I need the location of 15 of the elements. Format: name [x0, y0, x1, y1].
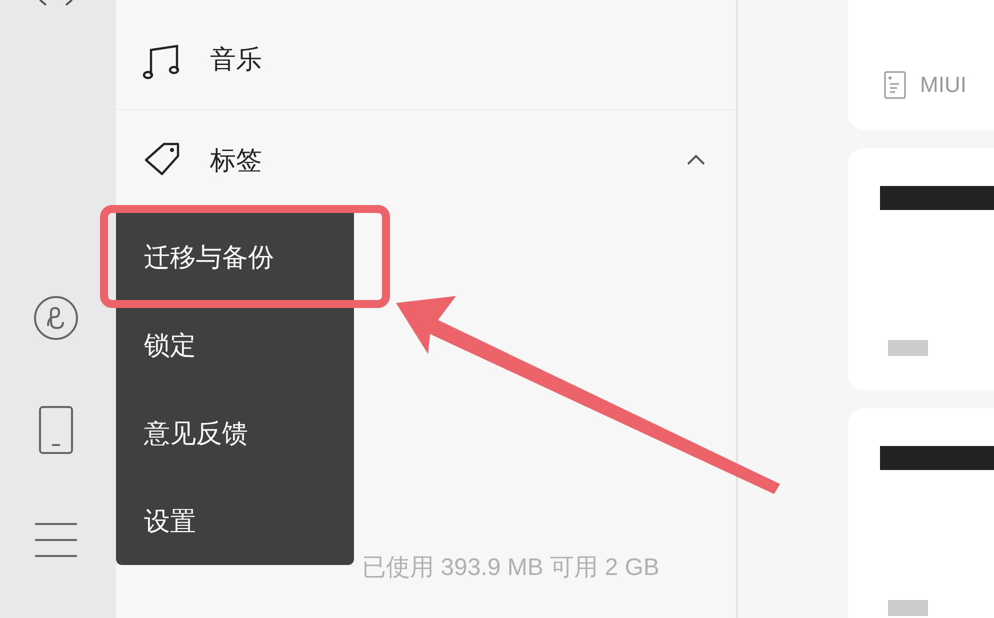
note-card[interactable] [848, 148, 994, 390]
folder-label: MIUI [920, 71, 966, 99]
menu-icon[interactable] [34, 522, 78, 558]
redacted-text [888, 600, 928, 616]
menu-item[interactable]: 设置 [116, 483, 354, 559]
phone-icon[interactable] [38, 405, 74, 455]
redacted-text [888, 340, 928, 356]
storage-info: 已使用 393.9 MB 可用 2 GB [362, 553, 660, 583]
menu-item[interactable]: 意见反馈 [116, 395, 354, 471]
note-card[interactable] [848, 408, 994, 618]
menu-item[interactable]: 迁移与备份 [116, 219, 354, 295]
link-circle-icon[interactable] [33, 295, 79, 341]
sidebar-item[interactable]: 标签 [116, 110, 736, 210]
document-icon [884, 70, 906, 98]
menu-item[interactable]: 锁定 [116, 307, 354, 383]
